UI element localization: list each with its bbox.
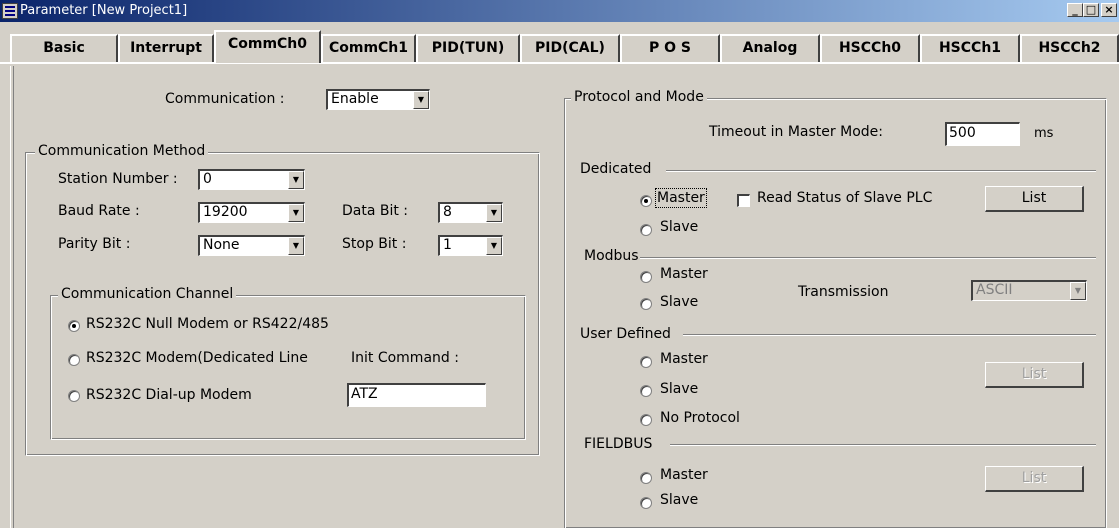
dropdown-arrow-icon: ▼ — [288, 171, 304, 189]
dropdown-arrow-icon: ▼ — [1070, 282, 1086, 300]
panel-left-edge — [10, 66, 14, 528]
radio-dedicated-line[interactable] — [68, 354, 80, 366]
radio-user-master-label: Master — [660, 351, 708, 367]
radio-dedicated-slave-label: Slave — [660, 219, 699, 235]
init-command-label: Init Command : — [351, 350, 459, 366]
radio-modbus-slave-label: Slave — [660, 294, 699, 310]
communication-label: Communication : — [165, 91, 285, 107]
dropdown-arrow-icon: ▼ — [288, 204, 304, 222]
parity-bit-select[interactable]: None ▼ — [198, 235, 305, 256]
dedicated-separator — [666, 170, 1096, 172]
modbus-title: Modbus — [584, 248, 639, 264]
dropdown-arrow-icon: ▼ — [413, 91, 429, 109]
communication-value: Enable — [331, 91, 379, 107]
radio-modbus-master-label: Master — [660, 266, 708, 282]
stop-bit-value: 1 — [443, 237, 452, 253]
radio-dialup-modem[interactable] — [68, 390, 80, 402]
radio-user-slave[interactable] — [640, 385, 652, 397]
radio-fieldbus-slave-label: Slave — [660, 492, 699, 508]
radio-modbus-master[interactable] — [640, 271, 652, 283]
parity-bit-value: None — [203, 237, 240, 253]
baud-rate-value: 19200 — [203, 204, 248, 220]
data-bit-select[interactable]: 8 ▼ — [438, 202, 503, 223]
tab-commch0[interactable]: CommCh0 — [214, 30, 321, 63]
tab-analog[interactable]: Analog — [720, 34, 820, 62]
radio-null-modem-label: RS232C Null Modem or RS422/485 — [86, 316, 329, 332]
tab-basic[interactable]: Basic — [10, 34, 118, 62]
timeout-unit: ms — [1034, 126, 1054, 141]
communication-channel-title: Communication Channel — [58, 286, 237, 302]
radio-dedicated-master[interactable] — [640, 195, 652, 207]
maximize-button[interactable]: □ — [1083, 3, 1099, 17]
protocol-mode-title: Protocol and Mode — [571, 89, 707, 105]
transmission-select[interactable]: ASCII ▼ — [971, 280, 1087, 301]
modbus-separator — [640, 257, 1096, 259]
transmission-label: Transmission — [798, 284, 889, 300]
radio-fieldbus-master-label: Master — [660, 467, 708, 483]
stop-bit-label: Stop Bit : — [342, 236, 407, 252]
tab-pid-cal[interactable]: PID(CAL) — [520, 34, 620, 62]
read-status-checkbox[interactable] — [737, 194, 750, 207]
tab-commch1[interactable]: CommCh1 — [321, 34, 416, 62]
tab-hscch2[interactable]: HSCCh2 — [1020, 34, 1119, 62]
user-defined-list-button[interactable]: List — [985, 362, 1084, 388]
radio-null-modem[interactable] — [68, 320, 80, 332]
init-command-input[interactable]: ATZ — [347, 383, 486, 407]
communication-method-title: Communication Method — [35, 143, 209, 159]
radio-modbus-slave[interactable] — [640, 298, 652, 310]
radio-fieldbus-master[interactable] — [640, 472, 652, 484]
minimize-button[interactable]: _ — [1067, 3, 1083, 17]
tab-pid-tun[interactable]: PID(TUN) — [416, 34, 520, 62]
radio-fieldbus-slave[interactable] — [640, 497, 652, 509]
user-defined-title: User Defined — [580, 326, 671, 342]
tab-hscch0[interactable]: HSCCh0 — [820, 34, 920, 62]
dedicated-list-button[interactable]: List — [985, 186, 1084, 212]
station-number-select[interactable]: 0 ▼ — [198, 169, 305, 190]
communication-select[interactable]: Enable ▼ — [326, 89, 430, 110]
station-number-label: Station Number : — [58, 171, 178, 187]
data-bit-label: Data Bit : — [342, 203, 409, 219]
fieldbus-title: FIELDBUS — [584, 436, 653, 452]
tab-hscch1[interactable]: HSCCh1 — [920, 34, 1020, 62]
parity-bit-label: Parity Bit : — [58, 236, 131, 252]
radio-user-master[interactable] — [640, 356, 652, 368]
radio-user-slave-label: Slave — [660, 381, 699, 397]
timeout-input[interactable]: 500 — [945, 122, 1020, 146]
radio-dedicated-master-label: Master — [655, 188, 707, 208]
dropdown-arrow-icon: ▼ — [288, 237, 304, 255]
dropdown-arrow-icon: ▼ — [486, 237, 502, 255]
dedicated-title: Dedicated — [580, 161, 652, 177]
baud-rate-label: Baud Rate : — [58, 203, 140, 219]
baud-rate-select[interactable]: 19200 ▼ — [198, 202, 305, 223]
tab-pos[interactable]: P O S — [620, 34, 720, 62]
station-number-value: 0 — [203, 171, 212, 187]
fieldbus-separator — [670, 444, 1096, 446]
radio-no-protocol[interactable] — [640, 414, 652, 426]
fieldbus-list-button[interactable]: List — [985, 466, 1084, 492]
parameter-app-icon — [2, 3, 18, 19]
window-title: Parameter [New Project1] — [20, 3, 188, 18]
radio-dedicated-line-label: RS232C Modem(Dedicated Line — [86, 350, 308, 366]
close-button[interactable]: × — [1101, 3, 1117, 17]
radio-dialup-modem-label: RS232C Dial-up Modem — [86, 387, 252, 403]
tab-strip: Basic Interrupt CommCh0 CommCh1 PID(TUN)… — [0, 30, 1119, 63]
dropdown-arrow-icon: ▼ — [486, 204, 502, 222]
read-status-label: Read Status of Slave PLC — [757, 190, 933, 206]
transmission-value: ASCII — [976, 282, 1013, 298]
radio-dedicated-slave[interactable] — [640, 224, 652, 236]
radio-no-protocol-label: No Protocol — [660, 410, 740, 426]
tab-interrupt[interactable]: Interrupt — [118, 34, 214, 62]
data-bit-value: 8 — [443, 204, 452, 220]
stop-bit-select[interactable]: 1 ▼ — [438, 235, 503, 256]
user-defined-separator — [683, 334, 1096, 336]
window-title-bar[interactable]: Parameter [New Project1] _ □ × — [0, 0, 1119, 22]
timeout-label: Timeout in Master Mode: — [709, 124, 883, 140]
